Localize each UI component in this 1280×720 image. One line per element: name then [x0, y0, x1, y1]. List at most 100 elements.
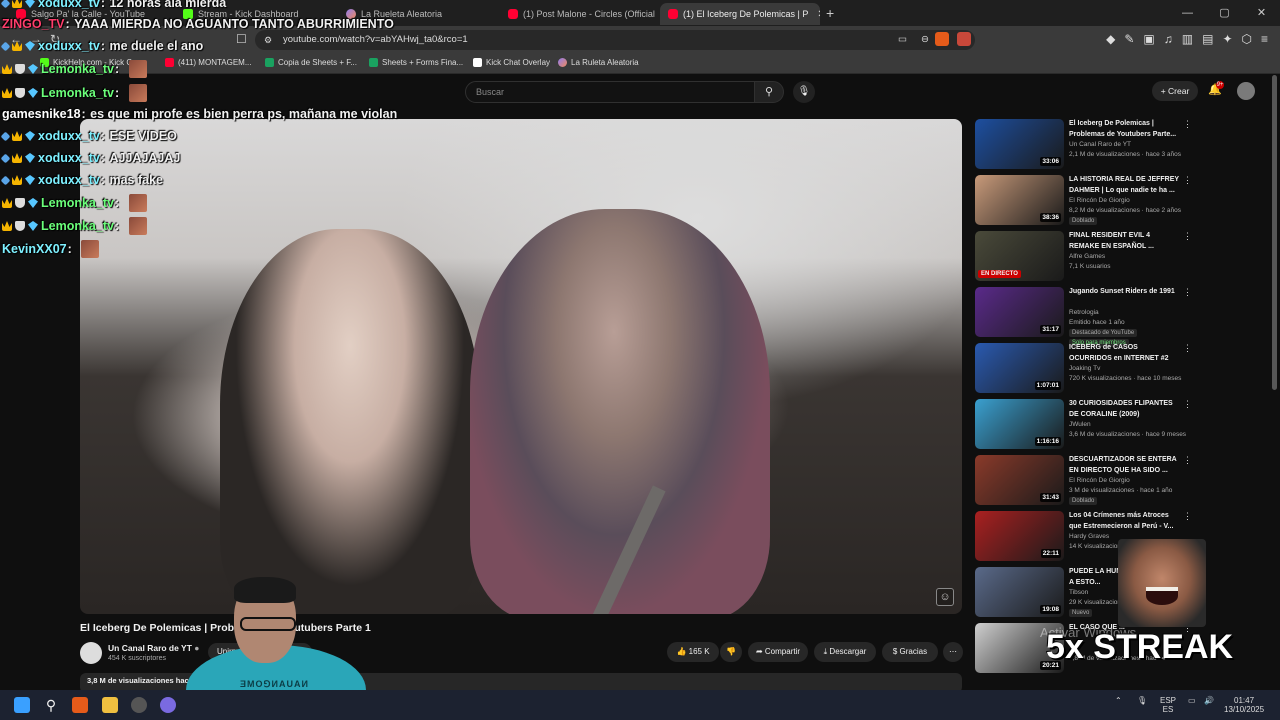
subscriber-count: 454 K suscriptores — [108, 655, 166, 662]
bookmark-icon[interactable]: ☐ — [236, 32, 247, 46]
live-badge: EN DIRECTO — [978, 270, 1021, 278]
recommendation-channel[interactable]: Retrologia — [1069, 309, 1099, 316]
start-icon[interactable] — [14, 697, 30, 713]
recommendation-title[interactable]: 30 CURIOSIDADES FLIPANTES DE CORALINE (2… — [1069, 399, 1181, 420]
recommendation-channel[interactable]: El Rincón De Giorgio — [1069, 477, 1130, 484]
bookmark-item[interactable]: Copia de Sheets + F... — [265, 58, 357, 67]
video-thumbnail[interactable]: 31:43 — [975, 455, 1064, 505]
brave-icon[interactable] — [72, 697, 88, 713]
music-icon[interactable]: ♫ — [1164, 32, 1173, 46]
recommendation-item[interactable]: 1:07:01 ICEBERG de CASOS OCURRIDOS en INT… — [975, 343, 1195, 395]
more-options-icon[interactable]: ⋮ — [1183, 287, 1192, 298]
share-icon[interactable]: ▭ — [898, 30, 907, 50]
recommendation-title[interactable]: Jugando Sunset Riders de 1991 — [1069, 287, 1181, 298]
video-thumbnail[interactable]: 38:36 — [975, 175, 1064, 225]
volume-icon[interactable]: 🔊 — [1204, 696, 1214, 705]
recommendation-title[interactable]: LA HISTORIA REAL DE JEFFREY DAHMER | Lo … — [1069, 175, 1181, 196]
bookmark-item[interactable]: Kick Chat Overlay — [473, 58, 550, 67]
tab-iceberg[interactable]: (1) El Iceberg De Polemicas | P ✕ — [660, 3, 820, 25]
maximize-button[interactable]: ▢ — [1206, 0, 1243, 26]
new-tab-button[interactable]: + — [826, 5, 834, 21]
app-icon[interactable] — [160, 697, 176, 713]
more-options-icon[interactable]: ⋮ — [1183, 511, 1192, 522]
network-icon[interactable]: ▭ — [1188, 696, 1196, 705]
extension-icon[interactable]: ✎ — [1124, 32, 1134, 46]
share-button[interactable]: ➦ Compartir — [748, 642, 808, 662]
recommendation-channel[interactable]: Joaking Tv — [1069, 365, 1100, 372]
more-options-icon[interactable]: ⋮ — [1183, 119, 1192, 130]
download-button[interactable]: ⤓ Descargar — [814, 642, 876, 662]
recommendation-channel[interactable]: Un Canal Raro de YT — [1069, 141, 1131, 148]
more-actions-button[interactable]: ⋯ — [943, 642, 963, 662]
recommendation-channel[interactable]: Alfre Games — [1069, 253, 1105, 260]
minimize-button[interactable]: — — [1169, 0, 1206, 26]
recommendation-channel[interactable]: Hardy Graves — [1069, 533, 1109, 540]
recommendation-title[interactable]: Los 04 Crímenes más Atroces que Estremec… — [1069, 511, 1181, 532]
site-info-icon[interactable]: ⚙ — [264, 30, 272, 50]
bookmark-item[interactable]: Sheets + Forms Fina... — [369, 58, 463, 67]
more-options-icon[interactable]: ⋮ — [1183, 175, 1192, 186]
channel-watermark-icon[interactable]: ☺ — [936, 588, 954, 606]
video-thumbnail[interactable]: 22:11 — [975, 511, 1064, 561]
video-player[interactable]: ☺ — [80, 119, 962, 614]
extension-icon[interactable]: ◆ — [1106, 32, 1115, 46]
menu-icon[interactable]: ≡ — [1261, 32, 1268, 46]
vpn-icon[interactable]: ⬡ — [1242, 32, 1252, 46]
bookmark-item[interactable]: La Ruleta Aleatoria — [558, 58, 639, 67]
dislike-button[interactable]: 👎 — [720, 642, 742, 662]
brave-shield-icon[interactable] — [935, 32, 949, 46]
app-icon[interactable] — [131, 697, 147, 713]
more-options-icon[interactable]: ⋮ — [1183, 455, 1192, 466]
leo-icon[interactable]: ✦ — [1222, 32, 1232, 46]
page-scrollbar[interactable] — [1272, 75, 1277, 390]
recommendation-item[interactable]: 31:43 DESCUARTIZADOR SE ENTERA EN DIRECTO… — [975, 455, 1195, 507]
voice-search-button[interactable]: 🎙 — [793, 81, 815, 103]
clock[interactable]: 01:47 13/10/2025 — [1224, 696, 1264, 714]
search-input[interactable]: Buscar — [465, 81, 755, 103]
recommendation-item[interactable]: 1:16:16 30 CURIOSIDADES FLIPANTES DE CORA… — [975, 399, 1195, 451]
recommendation-channel[interactable]: JWulen — [1069, 421, 1091, 428]
recommendation-title[interactable]: El Iceberg De Polemicas | Problemas de Y… — [1069, 119, 1181, 140]
extension-icon[interactable]: ▣ — [1143, 32, 1154, 46]
channel-avatar[interactable] — [80, 642, 102, 664]
recommendation-title[interactable]: ICEBERG de CASOS OCURRIDOS en INTERNET #… — [1069, 343, 1181, 364]
video-thumbnail[interactable]: EN DIRECTO — [975, 231, 1064, 281]
close-tab-icon[interactable]: ✕ — [817, 9, 820, 20]
more-options-icon[interactable]: ⋮ — [1183, 343, 1192, 354]
url-input[interactable]: ⚙ youtube.com/watch?v=abYAHwj_ta0&rco=1 … — [255, 30, 975, 50]
folder-icon[interactable] — [102, 697, 118, 713]
avatar[interactable] — [1237, 82, 1255, 100]
recommendation-channel[interactable]: Tibson — [1069, 589, 1088, 596]
mic-icon[interactable]: 🎙 — [1137, 696, 1147, 705]
search-button[interactable]: ⚲ — [754, 81, 784, 103]
thanks-button[interactable]: $ Gracias — [882, 642, 938, 662]
recommendation-item[interactable]: 33:06 El Iceberg De Polemicas | Problemas… — [975, 119, 1195, 171]
recommendation-item[interactable]: 31:17 Jugando Sunset Riders de 1991 Retrol… — [975, 287, 1195, 347]
recommendation-item[interactable]: 38:36 LA HISTORIA REAL DE JEFFREY DAHMER … — [975, 175, 1195, 227]
recommendation-title[interactable]: DESCUARTIZADOR SE ENTERA EN DIRECTO QUE … — [1069, 455, 1181, 476]
recommendation-channel[interactable]: El Rincón De Giorgio — [1069, 197, 1130, 204]
video-thumbnail[interactable]: 33:06 — [975, 119, 1064, 169]
language-indicator[interactable]: ESP ES — [1160, 696, 1176, 714]
bookmark-item[interactable]: (411) MONTAGEM... — [165, 58, 252, 67]
chevron-up-icon[interactable]: ⌃ — [1115, 696, 1122, 705]
video-thumbnail[interactable]: 19:08 — [975, 567, 1064, 617]
recommendation-item[interactable]: EN DIRECTO FINAL RESIDENT EVIL 4 REMAKE E… — [975, 231, 1195, 283]
wallet-icon[interactable]: ▤ — [1202, 32, 1213, 46]
recommendation-title[interactable]: FINAL RESIDENT EVIL 4 REMAKE EN ESPAÑOL … — [1069, 231, 1181, 252]
search-icon[interactable]: ⚲ — [43, 697, 59, 713]
sidebar-icon[interactable]: ▥ — [1182, 32, 1193, 46]
more-options-icon[interactable]: ⋮ — [1183, 399, 1192, 410]
video-thumbnail[interactable]: 1:07:01 — [975, 343, 1064, 393]
duration-badge: 31:43 — [1040, 493, 1061, 502]
zoom-icon[interactable]: ⊖ — [921, 30, 929, 50]
create-button[interactable]: + Crear — [1152, 81, 1198, 101]
brave-rewards-icon[interactable] — [957, 32, 971, 46]
more-options-icon[interactable]: ⋮ — [1183, 231, 1192, 242]
recommendation-meta: 7,1 K usuarios — [1069, 263, 1111, 270]
video-thumbnail[interactable]: 31:17 — [975, 287, 1064, 337]
video-thumbnail[interactable]: 1:16:16 — [975, 399, 1064, 449]
like-button[interactable]: 👍 165 K — [667, 642, 719, 662]
close-window-button[interactable]: ✕ — [1243, 0, 1280, 26]
tab-post-malone[interactable]: (1) Post Malone - Circles (Official Mu — [500, 3, 658, 25]
